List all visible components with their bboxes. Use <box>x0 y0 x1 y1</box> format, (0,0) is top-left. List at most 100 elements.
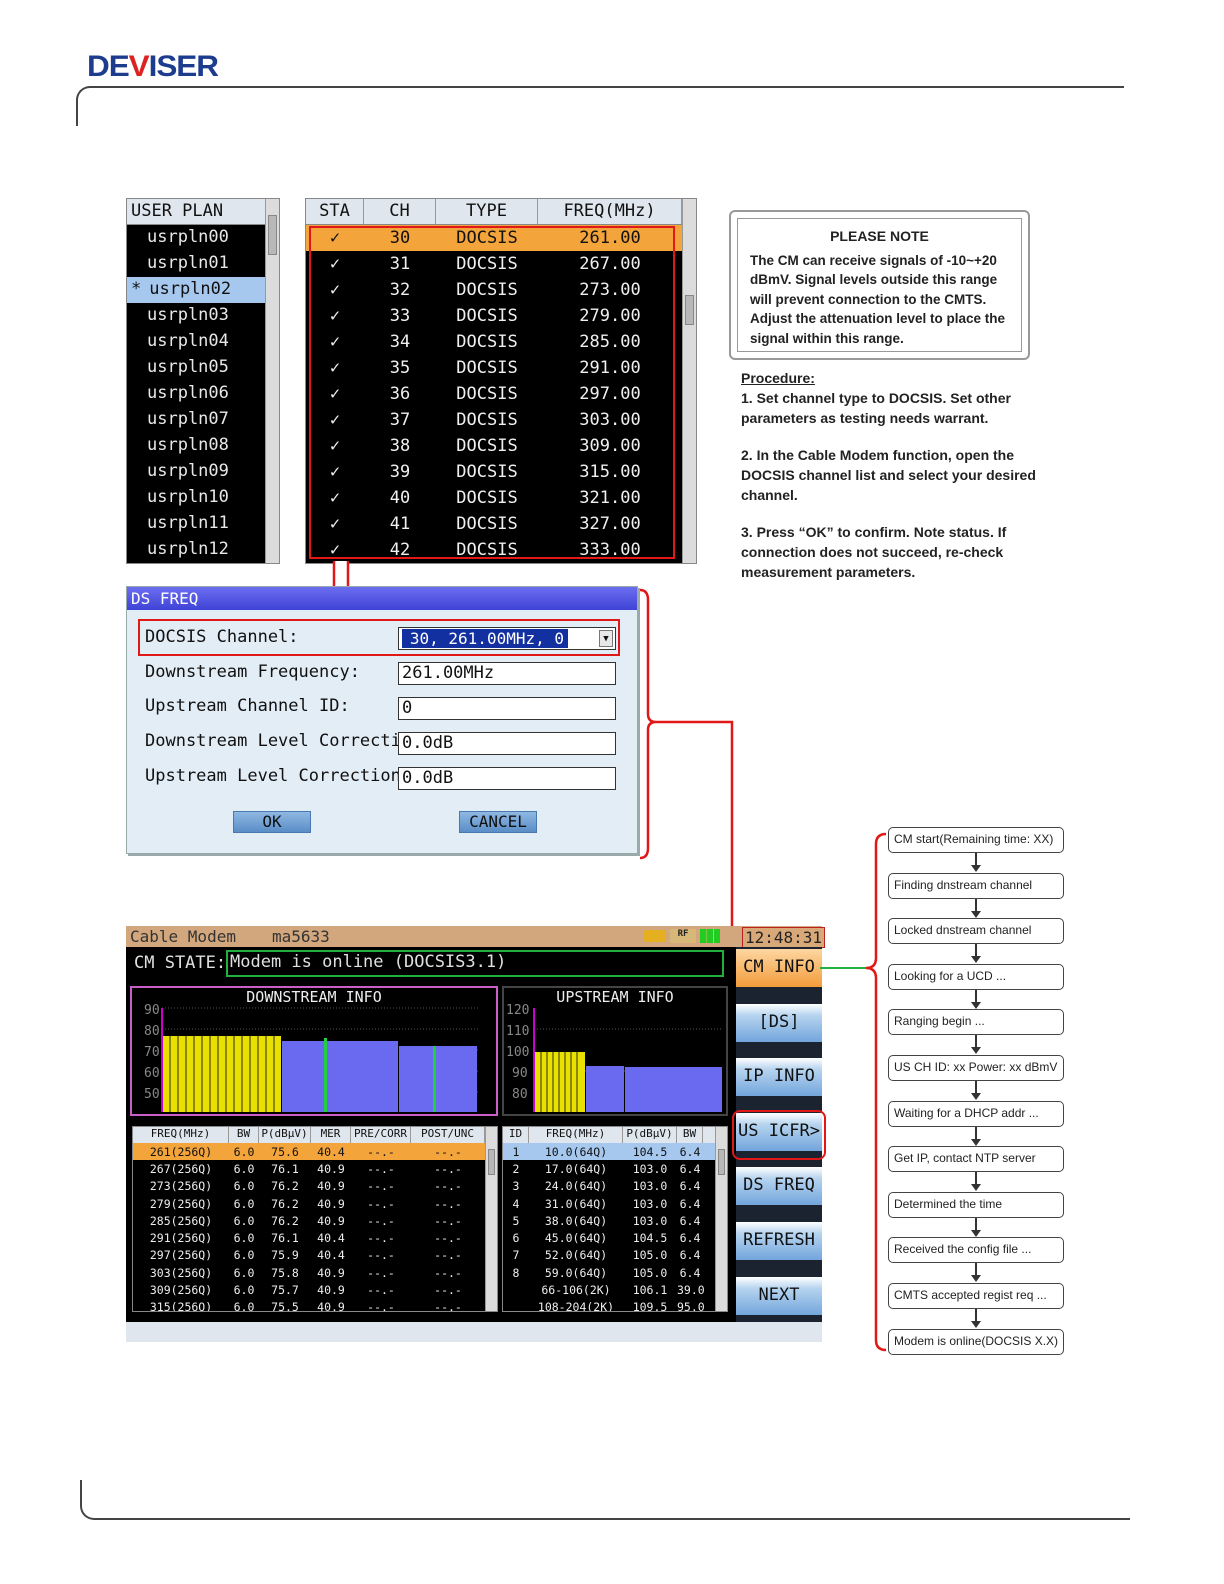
user-plan-item[interactable]: usrpln00 <box>127 225 267 251</box>
us-cell: 6.4 <box>679 1248 701 1263</box>
ds-cell: 76.2 <box>271 1196 299 1211</box>
downstream-table[interactable]: FREQ(MHz) BW P(dBμV) MER PRE/CORR POST/U… <box>132 1126 498 1312</box>
user-plan-item-label: usrpln03 <box>147 305 229 325</box>
us-cell: 10.0(64Q) <box>544 1144 608 1159</box>
note-body: The CM can receive signals of -10~+20 dB… <box>750 252 1006 346</box>
cm-info-button[interactable]: CM INFO <box>736 949 822 987</box>
ds-bar-yellow <box>163 1036 281 1112</box>
ds-cell: --.- <box>434 1300 462 1312</box>
ds-button[interactable]: [DS] <box>736 1004 822 1042</box>
refresh-button[interactable]: REFRESH <box>736 1222 822 1260</box>
us-bar-blue <box>625 1067 722 1112</box>
us-bar-yellow <box>535 1052 585 1112</box>
us-cell: 6.4 <box>679 1213 701 1228</box>
ds-marker <box>433 1046 436 1112</box>
ds-cell: --.- <box>367 1144 395 1159</box>
us-ytick: 80 <box>512 1087 528 1102</box>
user-plan-item[interactable]: usrpln04 <box>127 329 267 355</box>
user-plan-item[interactable]: usrpln08 <box>127 433 267 459</box>
ds-cell: 40.4 <box>317 1248 345 1263</box>
us-cell: 6.4 <box>679 1231 701 1246</box>
ds-cell: 309(256Q) <box>149 1283 213 1298</box>
us-bar-blue <box>586 1066 624 1112</box>
upstream-table[interactable]: ID FREQ(MHz) P(dBμV) BW 1 10.0(64Q) 104.5 6… <box>502 1126 728 1312</box>
us-table-row[interactable]: 2 17.0(64Q) 103.0 6.4 <box>503 1160 727 1177</box>
ds-cell: --.- <box>367 1248 395 1263</box>
user-plan-list[interactable]: USER PLAN usrpln00 usrpln01 * usrpln02 usrpl… <box>126 198 280 564</box>
user-plan-item[interactable]: usrpln07 <box>127 407 267 433</box>
flow-step: US CH ID: xx Power: xx dBmV <box>888 1055 1064 1081</box>
next-button[interactable]: NEXT <box>736 1277 822 1315</box>
ds-cell: 303(256Q) <box>149 1265 213 1280</box>
ds-table-row[interactable]: 285(256Q) 6.0 76.2 40.9 --.- --.- <box>133 1212 497 1229</box>
ds-frequency-field[interactable]: 261.00MHz <box>398 662 616 685</box>
us-table-row[interactable]: 1 10.0(64Q) 104.5 6.4 <box>503 1143 727 1161</box>
ds-table-row[interactable]: 297(256Q) 6.0 75.9 40.4 --.- --.- <box>133 1247 497 1264</box>
user-plan-item[interactable]: usrpln09 <box>127 459 267 485</box>
dialog-title: DS FREQ <box>127 587 637 610</box>
flow-arrow-icon <box>971 898 981 918</box>
user-plan-item-label: usrpln05 <box>147 357 229 377</box>
ds-cell: 6.0 <box>233 1231 255 1246</box>
us-table-scrollbar[interactable] <box>715 1127 727 1311</box>
ds-ytick: 90 <box>144 1004 160 1018</box>
us-cell: 6.4 <box>679 1144 701 1159</box>
user-plan-item[interactable]: usrpln06 <box>127 381 267 407</box>
us-cell: 105.0 <box>632 1248 668 1263</box>
ds-table-row[interactable]: 315(256Q) 6.0 75.5 40.9 --.- --.- <box>133 1299 497 1312</box>
flow-arrow-icon <box>971 1309 981 1328</box>
ds-table-row[interactable]: 273(256Q) 6.0 76.2 40.9 --.- --.- <box>133 1178 497 1195</box>
us-cell: 103.0 <box>632 1196 668 1211</box>
us-ytick: 120 <box>506 1004 529 1018</box>
user-plan-item[interactable]: usrpln05 <box>127 355 267 381</box>
ds-cell: 40.9 <box>317 1213 345 1228</box>
ds-table-row[interactable]: 303(256Q) 6.0 75.8 40.9 --.- --.- <box>133 1264 497 1281</box>
us-cell: 45.0(64Q) <box>544 1231 608 1246</box>
user-plan-item[interactable]: usrpln10 <box>127 485 267 511</box>
ds-level-correction-field[interactable]: 0.0dB <box>398 732 616 755</box>
col-ch: CH <box>364 199 436 224</box>
ds-col-freq: FREQ(MHz) <box>133 1127 229 1143</box>
user-plan-item[interactable]: usrpln12 <box>127 537 267 563</box>
user-plan-item[interactable]: usrpln03 <box>127 303 267 329</box>
us-table-row[interactable]: 7 52.0(64Q) 105.0 6.4 <box>503 1247 727 1264</box>
ds-table-row[interactable]: 267(256Q) 6.0 76.1 40.9 --.- --.- <box>133 1160 497 1177</box>
ds-cell: 6.0 <box>233 1283 255 1298</box>
ds-ytick: 70 <box>144 1045 160 1060</box>
us-table-row[interactable]: 6 45.0(64Q) 104.5 6.4 <box>503 1229 727 1246</box>
us-channel-id-field[interactable]: 0 <box>398 697 616 720</box>
ds-cell: 76.1 <box>271 1161 299 1176</box>
user-plan-scrollbar[interactable] <box>265 199 279 563</box>
us-table-row[interactable]: 8 59.0(64Q) 105.0 6.4 <box>503 1264 727 1281</box>
us-cell: 6.4 <box>679 1179 701 1194</box>
us-table-row[interactable]: 5 38.0(64Q) 103.0 6.4 <box>503 1212 727 1229</box>
us-table-row[interactable]: 3 24.0(64Q) 103.0 6.4 <box>503 1178 727 1195</box>
ip-info-button[interactable]: IP INFO <box>736 1058 822 1096</box>
us-ytick: 100 <box>506 1045 529 1060</box>
ok-button[interactable]: OK <box>233 811 311 833</box>
ds-table-row[interactable]: 261(256Q) 6.0 75.6 40.4 --.- --.- <box>133 1143 497 1161</box>
us-level-correction-field[interactable]: 0.0dB <box>398 767 616 790</box>
ds-freq-button[interactable]: DS FREQ <box>736 1167 822 1205</box>
ds-cell: --.- <box>434 1231 462 1246</box>
ds-table-row[interactable]: 279(256Q) 6.0 76.2 40.9 --.- --.- <box>133 1195 497 1212</box>
user-plan-item[interactable]: * usrpln02 <box>127 277 267 303</box>
us-table-row[interactable]: 108-204(2K) 109.5 95.0 <box>503 1299 727 1311</box>
ds-table-row[interactable]: 291(256Q) 6.0 76.1 40.4 --.- --.- <box>133 1229 497 1246</box>
channel-scrollbar[interactable] <box>682 199 696 563</box>
rf-indicator: RF <box>670 929 696 943</box>
us-cell: 104.5 <box>632 1231 668 1246</box>
us-cell: 59.0(64Q) <box>544 1265 608 1280</box>
us-cell: 6.4 <box>679 1161 701 1176</box>
flow-arrow-icon <box>971 853 981 872</box>
ds-col-bw: BW <box>229 1127 259 1143</box>
downstream-panel: DOWNSTREAM INFO 90 80 70 60 50 <box>130 986 498 1116</box>
ds-table-row[interactable]: 309(256Q) 6.0 75.7 40.9 --.- --.- <box>133 1281 497 1298</box>
user-plan-item[interactable]: usrpln01 <box>127 251 267 277</box>
ds-table-scrollbar[interactable] <box>485 1127 497 1311</box>
cancel-button[interactable]: CANCEL <box>459 811 537 833</box>
us-cell: 103.0 <box>632 1161 668 1176</box>
user-plan-item[interactable]: usrpln11 <box>127 511 267 537</box>
us-table-row[interactable]: 66-106(2K) 106.1 39.0 <box>503 1281 727 1298</box>
us-table-row[interactable]: 4 31.0(64Q) 103.0 6.4 <box>503 1195 727 1212</box>
